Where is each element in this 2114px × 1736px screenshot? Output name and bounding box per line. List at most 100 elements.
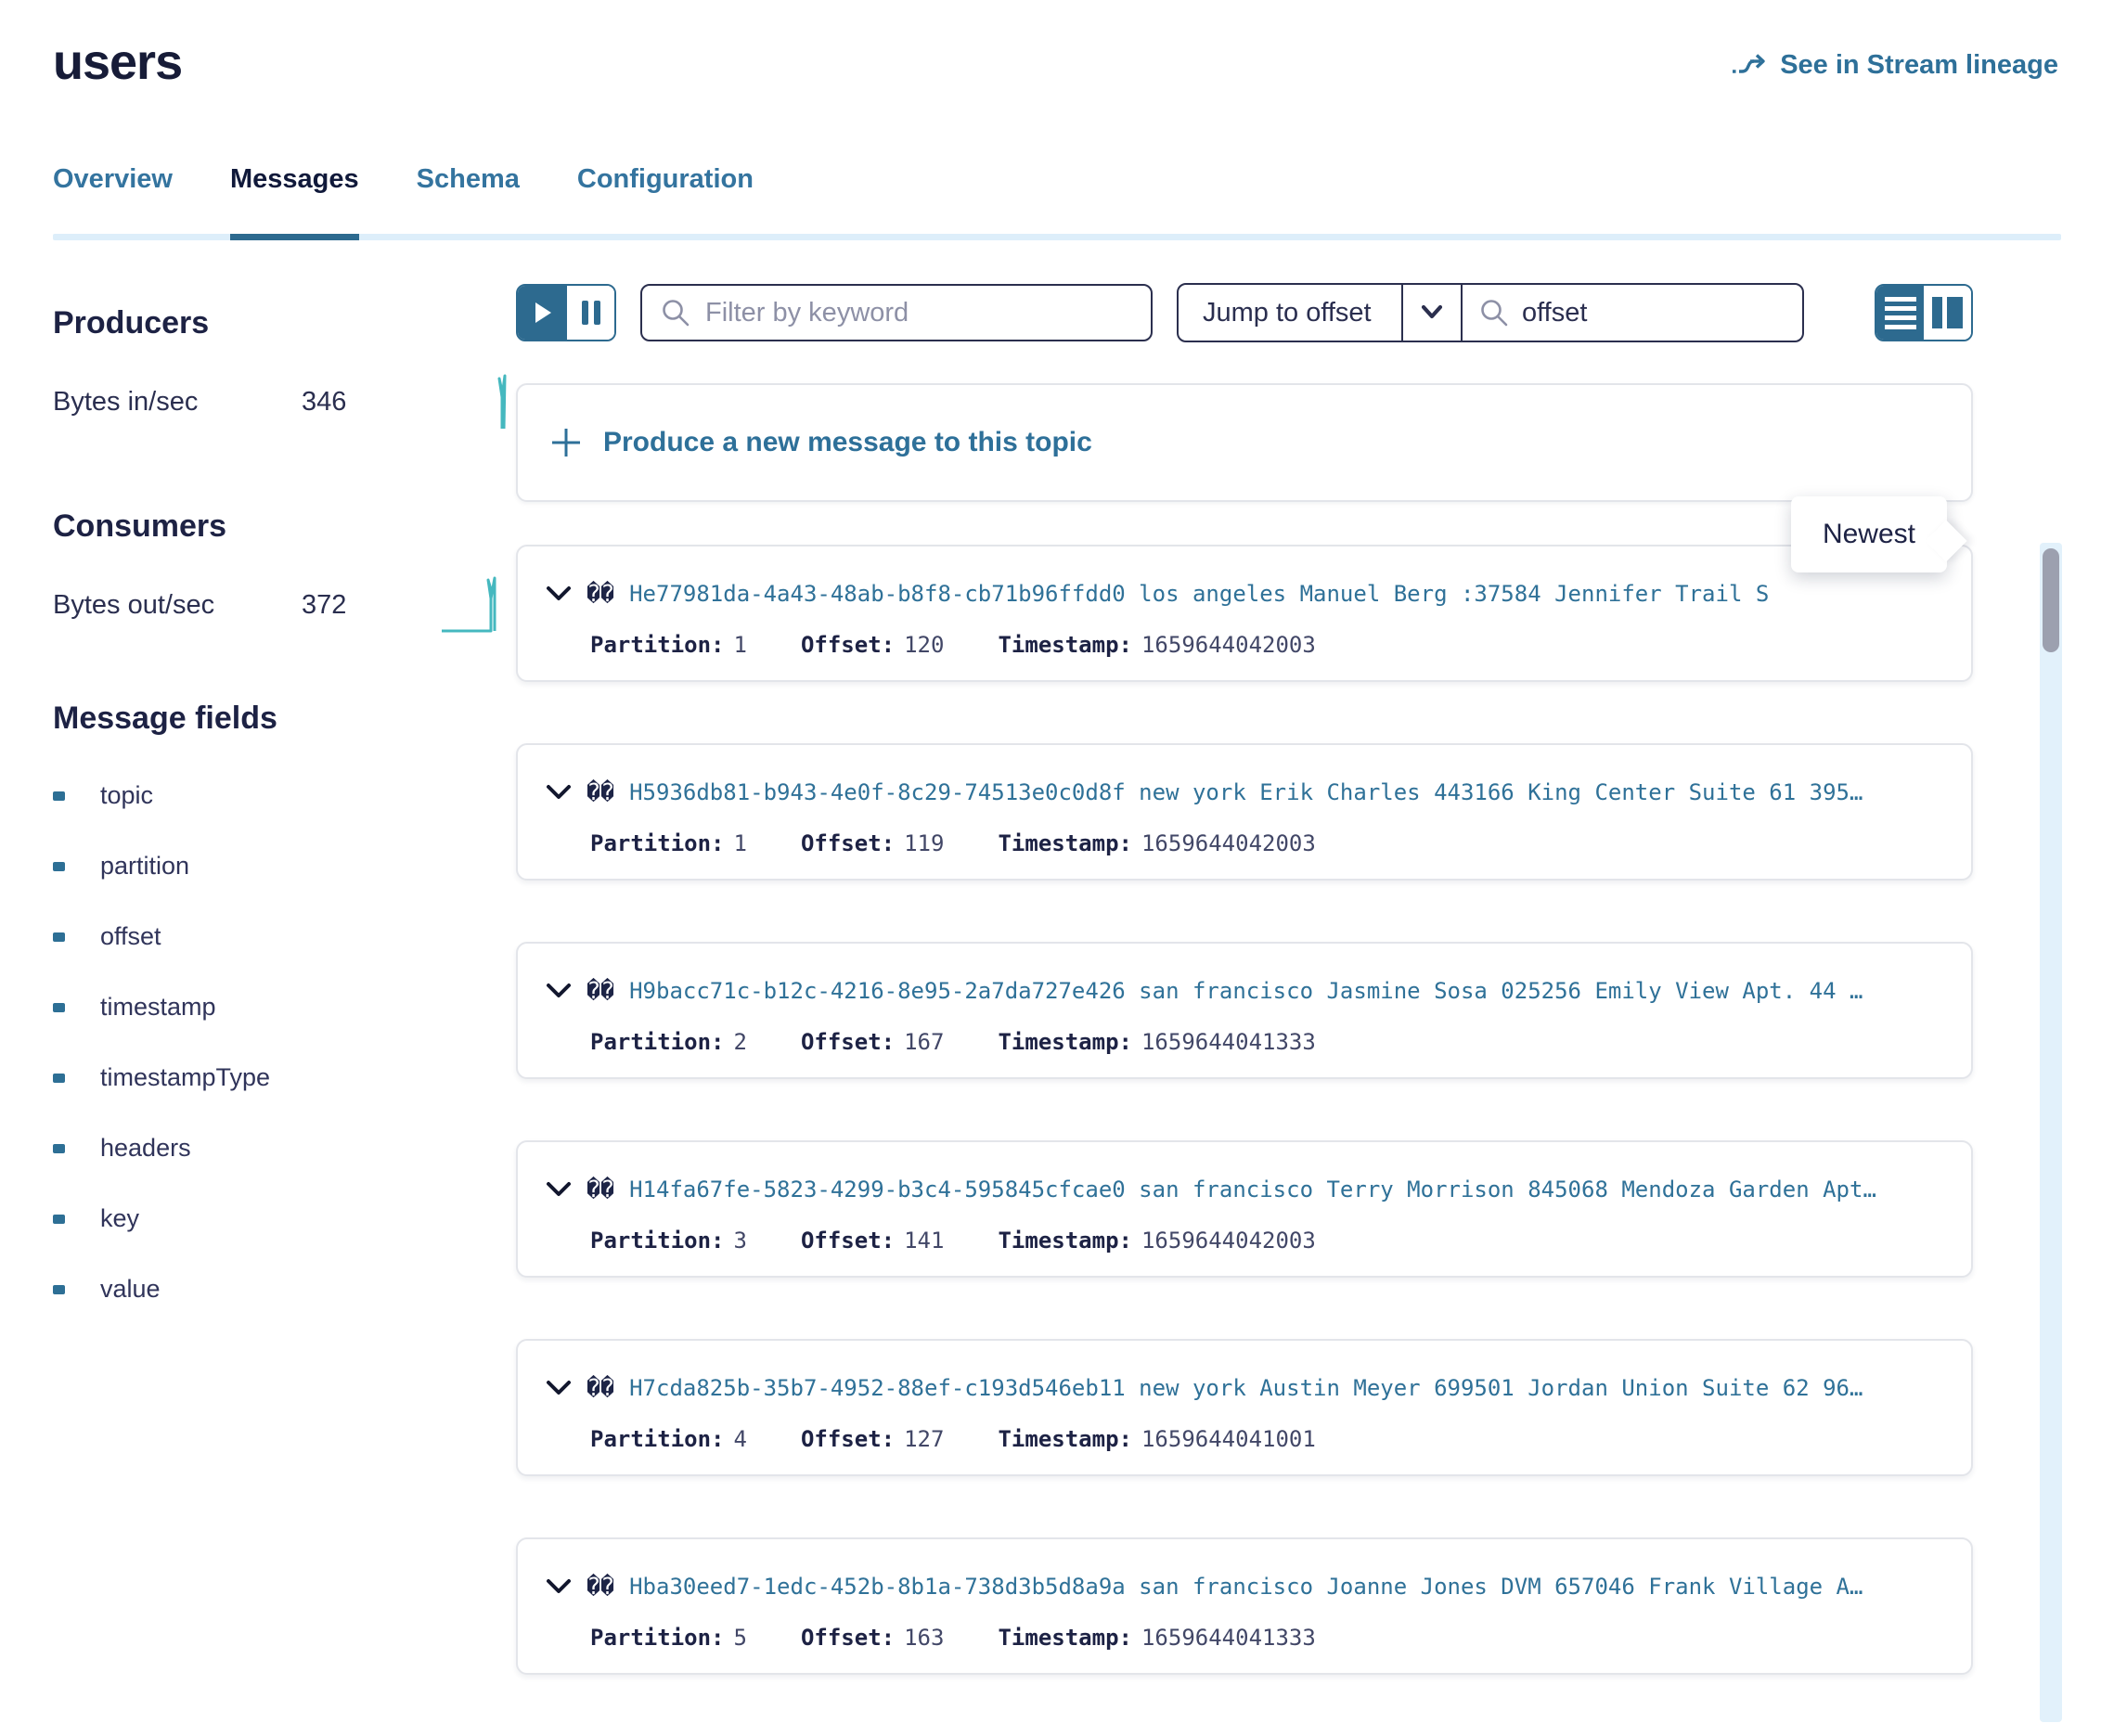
keyword-filter-input[interactable] (705, 298, 1132, 328)
partition-label: Partition: (590, 1228, 725, 1254)
key-glyphs: �� (587, 778, 614, 805)
offset-search-input[interactable] (1522, 298, 1785, 328)
partition-label: Partition: (590, 1625, 725, 1651)
list-view-button[interactable] (1876, 286, 1924, 340)
stream-lineage-link[interactable]: See in Stream lineage (1730, 50, 2058, 81)
chevron-down-icon[interactable] (546, 784, 572, 801)
key-glyphs: �� (587, 580, 614, 607)
offset-label: Offset: (801, 1625, 895, 1651)
message-row[interactable]: �� H9bacc71c-b12c-4216-8e95-2a7da727e426… (516, 942, 1973, 1079)
message-row[interactable]: �� H7cda825b-35b7-4952-88ef-c193d546eb11… (516, 1339, 1973, 1476)
field-bullet-icon (53, 862, 65, 871)
message-content: H9bacc71c-b12c-4216-8e95-2a7da727e426 sa… (629, 978, 1863, 1004)
tab-schema[interactable]: Schema (417, 163, 520, 195)
partition-label: Partition: (590, 1029, 725, 1055)
tab-overview[interactable]: Overview (53, 163, 173, 195)
field-bullet-icon (53, 1003, 65, 1012)
field-label: headers (100, 1134, 191, 1163)
bytes-out-value: 372 (302, 590, 413, 621)
bytes-in-sparkline (492, 373, 510, 431)
keyword-filter-field[interactable] (640, 284, 1153, 341)
message-row[interactable]: �� H5936db81-b943-4e0f-8c29-74513e0c0d8f… (516, 743, 1973, 881)
timestamp-value: 1659644042003 (1141, 1228, 1316, 1254)
field-bullet-icon (53, 791, 65, 801)
message-content: H5936db81-b943-4e0f-8c29-74513e0c0d8f ne… (629, 779, 1863, 805)
field-item-timestamp[interactable]: timestamp (53, 993, 516, 1022)
partition-value: 3 (734, 1228, 747, 1254)
view-mode-toggle (1875, 284, 1973, 341)
offset-label: Offset: (801, 632, 895, 658)
message-meta: Partition:5Offset:163Timestamp:165964404… (590, 1625, 1947, 1651)
offset-label: Offset: (801, 1029, 895, 1055)
search-icon (661, 298, 690, 328)
chevron-down-icon[interactable] (546, 1181, 572, 1198)
chevron-down-icon[interactable] (546, 1578, 572, 1595)
newest-tooltip: Newest (1791, 496, 1947, 572)
message-row[interactable]: �� H14fa67fe-5823-4299-b3c4-595845cfcae0… (516, 1140, 1973, 1278)
message-meta: Partition:4Offset:127Timestamp:165964404… (590, 1426, 1947, 1452)
field-item-topic[interactable]: topic (53, 781, 516, 810)
message-row[interactable]: �� He77981da-4a43-48ab-b8f8-cb71b96ffdd0… (516, 545, 1973, 682)
newest-tooltip-label: Newest (1823, 519, 1915, 549)
field-label: timestamp (100, 993, 216, 1022)
message-content: H7cda825b-35b7-4952-88ef-c193d546eb11 ne… (629, 1375, 1863, 1401)
partition-value: 1 (734, 632, 747, 658)
timestamp-value: 1659644042003 (1141, 632, 1316, 658)
message-row[interactable]: �� Hba30eed7-1edc-452b-8b1a-738d3b5d8a9a… (516, 1537, 1973, 1675)
search-icon (1479, 298, 1509, 328)
chevron-down-icon[interactable] (546, 983, 572, 999)
consumers-heading: Consumers (53, 508, 516, 545)
field-item-timestampType[interactable]: timestampType (53, 1063, 516, 1092)
partition-value: 2 (734, 1029, 747, 1055)
chevron-down-icon[interactable] (546, 1380, 572, 1396)
key-glyphs: �� (587, 977, 614, 1004)
bytes-out-sparkline (440, 576, 510, 634)
pause-icon (582, 301, 600, 325)
timestamp-label: Timestamp: (998, 830, 1132, 856)
offset-label: Offset: (801, 830, 895, 856)
message-meta: Partition:1Offset:120Timestamp:165964404… (590, 632, 1947, 658)
messages-toolbar: Jump to offset (516, 283, 1973, 342)
scrollbar-thumb[interactable] (2043, 548, 2059, 652)
chevron-down-icon[interactable] (546, 585, 572, 602)
jump-select-chevron-button[interactable] (1401, 285, 1461, 341)
message-content: He77981da-4a43-48ab-b8f8-cb71b96ffdd0 lo… (629, 581, 1769, 607)
tab-messages[interactable]: Messages (230, 163, 359, 195)
partition-value: 1 (734, 830, 747, 856)
field-item-value[interactable]: value (53, 1275, 516, 1304)
offset-value: 127 (904, 1426, 944, 1452)
message-list-scrollbar[interactable] (2040, 543, 2062, 1722)
offset-search-field[interactable] (1461, 285, 1802, 341)
pause-button[interactable] (565, 286, 614, 340)
field-item-partition[interactable]: partition (53, 852, 516, 881)
play-button[interactable] (518, 286, 565, 340)
field-label: topic (100, 781, 153, 810)
timestamp-label: Timestamp: (998, 1029, 1132, 1055)
timestamp-value: 1659644041001 (1141, 1426, 1316, 1452)
produce-message-button[interactable]: Produce a new message to this topic (516, 383, 1973, 502)
timestamp-label: Timestamp: (998, 632, 1132, 658)
bytes-in-value: 346 (302, 387, 413, 418)
chevron-down-icon (1418, 302, 1446, 323)
offset-label: Offset: (801, 1426, 895, 1452)
jump-to-offset-select[interactable]: Jump to offset (1179, 285, 1401, 341)
tab-configuration[interactable]: Configuration (577, 163, 754, 195)
field-label: value (100, 1275, 161, 1304)
field-label: partition (100, 852, 189, 881)
bytes-out-label: Bytes out/sec (53, 590, 302, 621)
jump-to-offset-group: Jump to offset (1177, 283, 1804, 342)
message-fields-heading: Message fields (53, 701, 516, 737)
key-glyphs: �� (587, 1374, 614, 1401)
timestamp-value: 1659644041333 (1141, 1625, 1316, 1651)
message-meta: Partition:1Offset:119Timestamp:165964404… (590, 830, 1947, 856)
column-view-button[interactable] (1924, 286, 1971, 340)
column-view-icon (1932, 297, 1963, 328)
tab-bar: Overview Messages Schema Configuration (53, 163, 2061, 195)
field-item-offset[interactable]: offset (53, 922, 516, 951)
page-title: users (53, 33, 182, 91)
message-fields-list: topic partition offset timestamp timesta… (53, 781, 516, 1304)
field-item-headers[interactable]: headers (53, 1134, 516, 1163)
field-item-key[interactable]: key (53, 1204, 516, 1233)
bytes-out-metric: Bytes out/sec 372 (53, 576, 516, 634)
timestamp-value: 1659644041333 (1141, 1029, 1316, 1055)
